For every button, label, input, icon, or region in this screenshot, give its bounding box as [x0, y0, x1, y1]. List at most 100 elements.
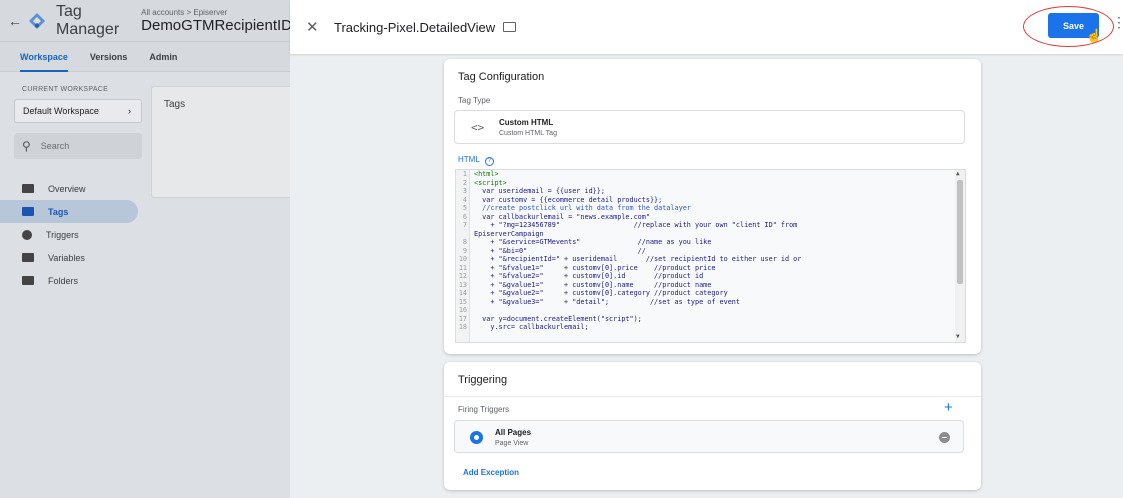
add-trigger-icon[interactable]: +	[944, 399, 953, 416]
code-line: 5 //create postclick url with data from …	[456, 204, 965, 213]
code-line: 11 + "&fvalue1=" + customv[0].price //pr…	[456, 264, 965, 273]
scroll-down-icon[interactable]: ▼	[956, 333, 960, 342]
code-text: var useridemail = {{user id}};	[474, 187, 605, 195]
line-number: 4	[462, 195, 467, 204]
line-number: 12	[458, 272, 467, 280]
add-exception-link[interactable]: Add Exception	[463, 468, 519, 477]
hand-cursor-icon: ☝	[1086, 28, 1103, 43]
line-number: 18	[458, 323, 467, 331]
trigger-name: All Pages	[495, 428, 532, 437]
workspace-selector[interactable]: Default Workspace ›	[14, 99, 142, 123]
account-selector[interactable]: All accounts > Episerver DemoGTMRecipien…	[141, 8, 290, 34]
code-text: + "?mg=123456789" //replace with your ow…	[474, 221, 798, 229]
folder-icon[interactable]	[503, 22, 517, 32]
code-line: 13 + "&gvalue1=" + customv[0].name //pro…	[456, 281, 965, 290]
scrollbar-thumb[interactable]	[957, 180, 963, 284]
code-text: var callbackurlemail = "news.example.com…	[474, 212, 650, 221]
code-line: 4 var customv = {{ecommerce detail produ…	[456, 196, 965, 205]
chevron-right-icon: ›	[128, 106, 131, 116]
sidebar-item-label: Overview	[48, 183, 86, 194]
code-line: 1 <html>	[456, 170, 965, 179]
code-text: + "&gvalue3=" + "detail"; //set as type …	[474, 297, 740, 306]
remove-trigger-icon[interactable]	[939, 432, 950, 443]
more-vert-icon[interactable]: ⋮	[1112, 15, 1123, 29]
code-line: 18 y.src= callbackurlemail;	[456, 323, 965, 332]
code-text: EpiserverCampaign	[474, 229, 544, 238]
code-line: 3 var useridemail = {{user id}};	[456, 187, 965, 196]
line-number: 15	[458, 297, 467, 306]
scroll-up-icon[interactable]: ▲	[956, 170, 960, 179]
search-icon: ⚲	[22, 139, 31, 153]
tag-type-selector[interactable]: <> Custom HTML Custom HTML Tag	[454, 110, 965, 144]
tag-type-name: Custom HTML	[499, 118, 554, 127]
divider	[444, 396, 981, 397]
code-text: + "&service=GTMevents" //name as you lik…	[474, 238, 712, 246]
code-lines: 1 <html> 2 <script> 3 var useridemail = {{us…	[456, 170, 965, 332]
sidebar-item-tags[interactable]: Tags	[0, 200, 138, 223]
sidebar-item-variables[interactable]: Variables	[0, 246, 138, 269]
help-icon[interactable]: ?	[484, 157, 494, 166]
tag-editor-panel: ✕ Tracking-Pixel.DetailedView Save ☝ ⋮ T…	[290, 0, 1123, 498]
container-name: DemoGTMRecipientID	[141, 16, 290, 34]
gtm-logo-icon	[28, 12, 46, 30]
code-text: var y=document.createElement("script");	[474, 314, 642, 323]
search-placeholder: Search	[40, 141, 70, 151]
line-number: 8	[462, 238, 467, 246]
sidebar-item-triggers[interactable]: Triggers	[0, 223, 138, 246]
eye-icon	[470, 431, 483, 444]
code-text: + "&fvalue1=" + customv[0].price //produ…	[474, 263, 716, 272]
tag-configuration-card[interactable]: Tag Configuration Tag Type <> Custom HTM…	[444, 59, 981, 354]
close-icon[interactable]: ✕	[306, 18, 326, 36]
line-number: 11	[458, 263, 467, 272]
tab-workspace[interactable]: Workspace	[20, 42, 68, 72]
code-text: <script>	[474, 178, 507, 187]
sidebar-item-folders[interactable]: Folders	[0, 269, 138, 292]
app-title: Tag Manager	[56, 2, 120, 38]
code-editor[interactable]: 1 <html> 2 <script> 3 var useridemail = {{us…	[455, 169, 966, 343]
overview-icon	[22, 184, 34, 193]
search-input[interactable]: ⚲ Search	[14, 133, 142, 159]
card-title: Tag Configuration	[458, 71, 545, 83]
tag-name[interactable]: Tracking-Pixel.DetailedView	[334, 20, 495, 35]
line-number: 7	[462, 221, 467, 229]
line-number: 3	[462, 187, 467, 195]
tags-card: Tags	[151, 86, 290, 198]
code-text: + "&gvalue2=" + customv[0].category //pr…	[474, 289, 728, 297]
trigger-type: Page View	[495, 440, 529, 447]
code-text: + "&recipientId=" + useridemail //set re…	[474, 255, 802, 263]
tab-admin[interactable]: Admin	[149, 42, 177, 72]
line-number: 14	[458, 289, 467, 297]
trigger-item[interactable]: All Pages Page View	[454, 420, 964, 453]
editor-scrollbar[interactable]: ▲ ▼	[955, 170, 965, 342]
code-text: + "&bi=0" //	[474, 246, 646, 255]
firing-triggers-label: Firing Triggers	[458, 405, 510, 414]
code-line: 9 + "&bi=0" //	[456, 247, 965, 256]
html-label: HTML?	[458, 155, 494, 166]
background-app: ← Tag Manager All accounts > Episerver D…	[0, 0, 290, 498]
code-icon: <>	[471, 121, 485, 134]
tag-type-label: Tag Type	[458, 96, 491, 105]
trigger-icon	[22, 229, 32, 240]
triggering-card[interactable]: Triggering Firing Triggers + All Pages P…	[444, 362, 981, 490]
sidebar-item-label: Triggers	[46, 229, 79, 240]
tab-versions[interactable]: Versions	[90, 42, 128, 72]
sidebar-item-label: Folders	[48, 275, 79, 286]
card-title: Triggering	[458, 374, 508, 386]
account-breadcrumb: All accounts > Episerver	[141, 7, 228, 17]
code-line: 6 var callbackurlemail = "news.example.c…	[456, 213, 965, 222]
code-line: 10 + "&recipientId=" + useridemail //set…	[456, 255, 965, 264]
workspace-tabs: Workspace Versions Admin	[0, 42, 290, 72]
back-arrow-icon[interactable]: ←	[8, 13, 22, 29]
code-text: <html>	[474, 170, 499, 178]
sidebar-item-overview[interactable]: Overview	[0, 177, 138, 200]
tags-card-title: Tags	[164, 99, 186, 110]
app-header: ← Tag Manager All accounts > Episerver D…	[0, 0, 290, 42]
code-line: 7 + "?mg=123456789" //replace with your …	[456, 221, 965, 230]
workspace-value: Default Workspace	[23, 106, 99, 116]
code-line: 2 <script>	[456, 179, 965, 188]
sidebar-item-label: Variables	[48, 252, 85, 263]
line-number: 16	[458, 306, 467, 314]
line-number: 2	[462, 178, 467, 187]
line-number: 1	[462, 170, 467, 178]
html-label-text: HTML	[458, 155, 480, 164]
